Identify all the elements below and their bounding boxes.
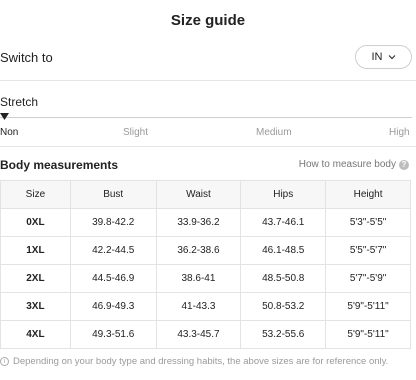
height-cell: 5'9"-5'11": [325, 292, 411, 321]
waist-cell: 36.2-38.6: [155, 236, 242, 265]
unit-select[interactable]: IN: [355, 45, 412, 69]
triangle-marker-icon: [0, 113, 9, 120]
how-to-measure-label: How to measure body: [298, 159, 396, 170]
size-table: Size Bust Waist Hips Height 0XL 39.8-42.…: [0, 180, 411, 349]
hips-cell: 46.1-48.5: [240, 236, 327, 265]
divider: [0, 146, 416, 147]
reference-footnote: i Depending on your body type and dressi…: [0, 356, 416, 367]
waist-cell: 33.9-36.2: [155, 208, 242, 237]
stretch-label: Stretch: [0, 95, 39, 109]
bust-cell: 39.8-42.2: [69, 208, 157, 237]
bust-cell: 49.3-51.6: [69, 320, 157, 349]
column-header: Size: [0, 180, 71, 209]
stretch-level-non: Non: [0, 127, 19, 138]
height-cell: 5'9"-5'11": [325, 320, 411, 349]
size-cell: 0XL: [0, 208, 71, 237]
question-icon: ?: [399, 159, 409, 170]
height-cell: 5'5"-5'7": [325, 236, 411, 265]
stretch-level-high: High: [389, 127, 410, 138]
waist-cell: 38.6-41: [155, 264, 242, 293]
unit-select-value: IN: [371, 51, 383, 63]
column-header: Bust: [69, 180, 157, 209]
stretch-level-slight: Slight: [123, 127, 149, 138]
info-icon: i: [0, 357, 9, 366]
waist-cell: 43.3-45.7: [155, 320, 242, 349]
table-row: 2XL 44.5-46.9 38.6-41 48.5-50.8 5'7"-5'9…: [0, 264, 411, 293]
size-cell: 3XL: [0, 292, 71, 321]
unit-switch-row: Switch to IN: [0, 44, 416, 72]
table-row: 1XL 42.2-44.5 36.2-38.6 46.1-48.5 5'5"-5…: [0, 236, 411, 265]
column-header: Height: [325, 180, 411, 209]
hips-cell: 48.5-50.8: [240, 264, 327, 293]
size-cell: 4XL: [0, 320, 71, 349]
size-cell: 1XL: [0, 236, 71, 265]
page-title: Size guide: [170, 12, 246, 29]
table-row: 3XL 46.9-49.3 41-43.3 50.8-53.2 5'9"-5'1…: [0, 292, 411, 321]
hips-cell: 50.8-53.2: [240, 292, 327, 321]
footnote-text: Depending on your body type and dressing…: [13, 356, 389, 367]
stretch-scale-track: [0, 117, 412, 118]
divider: [0, 80, 416, 81]
chevron-down-icon: [388, 55, 395, 60]
height-cell: 5'7"-5'9": [325, 264, 411, 293]
bust-cell: 42.2-44.5: [69, 236, 157, 265]
hips-cell: 53.2-55.6: [240, 320, 327, 349]
table-row: 4XL 49.3-51.6 43.3-45.7 53.2-55.6 5'9"-5…: [0, 320, 411, 349]
waist-cell: 41-43.3: [155, 292, 242, 321]
column-header: Waist: [155, 180, 242, 209]
stretch-level-medium: Medium: [256, 127, 292, 138]
height-cell: 5'3"-5'5": [325, 208, 411, 237]
bust-cell: 46.9-49.3: [69, 292, 157, 321]
size-cell: 2XL: [0, 264, 71, 293]
table-header-row: Size Bust Waist Hips Height: [0, 180, 411, 209]
column-header: Hips: [240, 180, 327, 209]
size-guide-dialog: Size guide Switch to IN Stretch Non Slig…: [0, 0, 416, 380]
table-row: 0XL 39.8-42.2 33.9-36.2 43.7-46.1 5'3"-5…: [0, 208, 411, 237]
body-measurements-title: Body measurements: [0, 158, 119, 172]
hips-cell: 43.7-46.1: [240, 208, 327, 237]
switch-label: Switch to: [0, 50, 53, 65]
bust-cell: 44.5-46.9: [69, 264, 157, 293]
how-to-measure-link[interactable]: How to measure body ?: [299, 159, 409, 170]
